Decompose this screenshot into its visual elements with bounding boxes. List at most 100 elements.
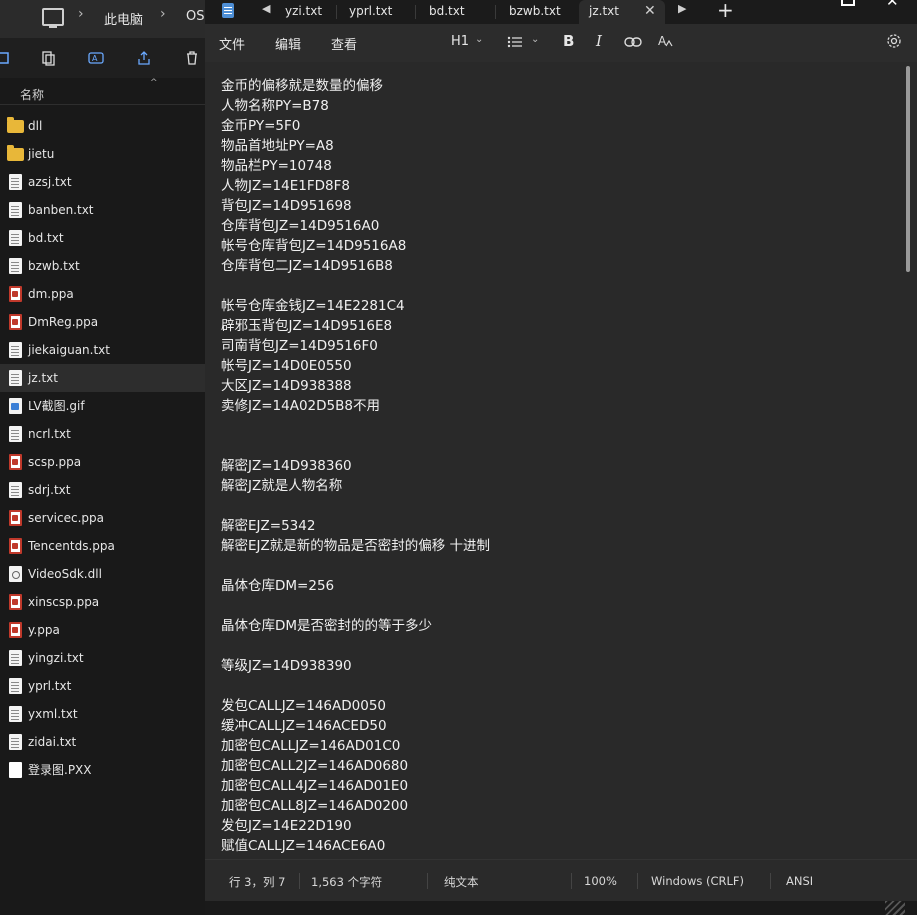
txt-file-icon (9, 678, 22, 694)
folder-icon (7, 117, 24, 133)
file-list-item[interactable]: sdrj.txt (0, 476, 205, 504)
file-name: sdrj.txt (28, 483, 71, 497)
tab-yzi[interactable]: yzi.txt (285, 0, 322, 24)
txt-file-icon (9, 258, 22, 274)
vertical-scrollbar[interactable] (906, 66, 910, 272)
encoding[interactable]: ANSI (786, 874, 813, 888)
status-divider (637, 873, 638, 889)
file-name: dm.ppa (28, 287, 74, 301)
character-count: 1,563 个字符 (311, 875, 383, 889)
new-tab-icon[interactable]: + (717, 0, 734, 22)
line-ending[interactable]: Windows (CRLF) (651, 874, 744, 888)
file-name: dll (28, 119, 43, 133)
file-list-item[interactable]: yingzi.txt (0, 644, 205, 672)
menu-view[interactable]: 查看 (331, 34, 357, 53)
folder-icon (7, 145, 24, 161)
close-window-icon[interactable]: ✕ (886, 0, 899, 10)
list-icon[interactable] (507, 35, 523, 49)
new-item-icon[interactable] (0, 50, 12, 66)
scroll-tabs-right-icon[interactable]: ▶ (678, 2, 686, 15)
file-list-item[interactable]: azsj.txt (0, 168, 205, 196)
file-list-item[interactable]: scsp.ppa (0, 448, 205, 476)
maximize-icon[interactable] (841, 0, 855, 6)
file-list-item[interactable]: yxml.txt (0, 700, 205, 728)
menu-file[interactable]: 文件 (219, 34, 245, 53)
file-list-item[interactable]: bzwb.txt (0, 252, 205, 280)
chevron-right-icon: › (160, 6, 166, 22)
tab-divider (336, 5, 337, 19)
chevron-down-icon: ⌄ (531, 34, 540, 45)
breadcrumb-this-pc[interactable]: 此电脑 (104, 9, 143, 28)
menu-bar: 文件 编辑 查看 H1 ⌄ ⌄ B I A (205, 24, 917, 62)
status-divider (770, 873, 771, 889)
tab-bzwb[interactable]: bzwb.txt (509, 0, 561, 24)
file-list-item[interactable]: jz.txt (0, 364, 205, 392)
file-name: VideoSdk.dll (28, 567, 102, 581)
tab-yprl[interactable]: yprl.txt (349, 0, 392, 24)
column-header-name[interactable]: 名称 (20, 86, 44, 103)
rename-icon[interactable]: A (88, 50, 104, 66)
close-tab-icon[interactable]: ✕ (644, 0, 656, 22)
chevron-right-icon: › (78, 6, 84, 22)
zoom-level[interactable]: 100% (584, 874, 617, 888)
tab-divider (415, 5, 416, 19)
ppa-file-icon (9, 454, 22, 470)
file-name: y.ppa (28, 623, 60, 637)
resize-grip[interactable] (885, 901, 905, 915)
scroll-tabs-left-icon[interactable]: ◀ (262, 2, 270, 15)
file-list-item[interactable]: LV截图.gif (0, 392, 205, 420)
tab-bd[interactable]: bd.txt (429, 0, 465, 24)
file-list-item[interactable]: yprl.txt (0, 672, 205, 700)
file-list-item[interactable]: jietu (0, 140, 205, 168)
editor-content[interactable]: 金币的偏移就是数量的偏移 人物名称PY=B78 金币PY=5F0 物品首地址PY… (221, 76, 891, 856)
italic-icon[interactable]: I (596, 32, 602, 50)
file-list-item[interactable]: VideoSdk.dll (0, 560, 205, 588)
file-list-item[interactable]: bd.txt (0, 224, 205, 252)
clear-formatting-icon[interactable]: A (657, 32, 675, 50)
minimize-icon[interactable] (790, 0, 810, 5)
file-list-item[interactable]: banben.txt (0, 196, 205, 224)
file-name: zidai.txt (28, 735, 77, 749)
ppa-file-icon (9, 622, 22, 638)
txt-file-icon (9, 482, 22, 498)
ppa-file-icon (9, 538, 22, 554)
status-divider (299, 873, 300, 889)
file-list-item[interactable]: ncrl.txt (0, 420, 205, 448)
file-name: DmReg.ppa (28, 315, 99, 329)
file-list-item[interactable]: servicec.ppa (0, 504, 205, 532)
svg-text:A: A (92, 54, 98, 63)
delete-icon[interactable] (184, 50, 200, 66)
file-name: jiekaiguan.txt (28, 343, 110, 357)
text-format[interactable]: 纯文本 (444, 874, 479, 890)
bold-icon[interactable]: B (563, 32, 574, 50)
file-list-item[interactable]: dm.ppa (0, 280, 205, 308)
file-list-item[interactable]: DmReg.ppa (0, 308, 205, 336)
file-list-item[interactable]: Tencentds.ppa (0, 532, 205, 560)
file-list-item[interactable]: xinscsp.ppa (0, 588, 205, 616)
ppa-file-icon (9, 286, 22, 302)
tab-jz-active[interactable]: jz.txt ✕ (579, 0, 665, 24)
copy-icon[interactable] (40, 50, 56, 66)
menu-edit[interactable]: 编辑 (275, 34, 301, 53)
breadcrumb-os[interactable]: OS (186, 9, 204, 24)
settings-gear-icon[interactable] (886, 33, 902, 49)
file-name: LV截图.gif (28, 399, 85, 413)
file-list-item[interactable]: zidai.txt (0, 728, 205, 756)
txt-file-icon (9, 370, 22, 386)
status-divider (571, 873, 572, 889)
dll-file-icon (9, 566, 22, 582)
file-list-item[interactable]: y.ppa (0, 616, 205, 644)
file-list-item[interactable]: 登录图.PXX (0, 756, 205, 784)
tab-divider (495, 5, 496, 19)
file-name: banben.txt (28, 203, 94, 217)
text-editor[interactable]: 金币的偏移就是数量的偏移 人物名称PY=B78 金币PY=5F0 物品首地址PY… (205, 62, 917, 859)
heading-dropdown[interactable]: H1 (451, 34, 469, 49)
txt-file-icon (9, 230, 22, 246)
file-list-item[interactable]: jiekaiguan.txt (0, 336, 205, 364)
column-divider (0, 104, 205, 105)
file-name: yxml.txt (28, 707, 78, 721)
window-bottom-edge (205, 901, 917, 915)
share-icon[interactable] (136, 50, 152, 66)
link-icon[interactable] (624, 36, 642, 48)
file-list-item[interactable]: dll (0, 112, 205, 140)
